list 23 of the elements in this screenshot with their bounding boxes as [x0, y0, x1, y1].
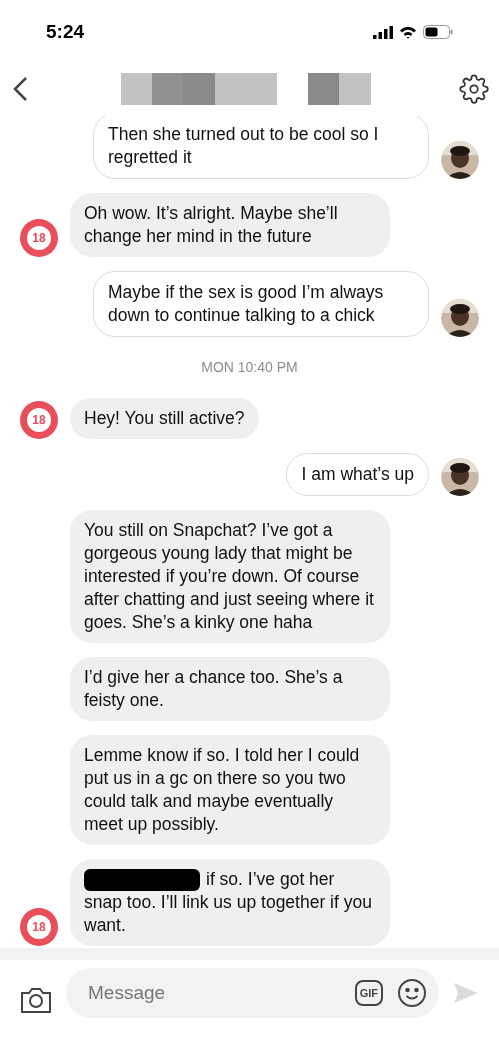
message-bubble: Maybe if the sex is good I’m always down to continue talking to a chick	[93, 270, 429, 337]
avatar-badge: 18	[20, 218, 58, 257]
message-field[interactable]: Message GIF	[66, 968, 439, 1018]
message-bubble: You still on Snapchat? I’ve got a gorgeous young lady that might be interested if you’re down. Of course after chatting and just seeing where it goes. She’s a kinky one haha	[70, 509, 390, 643]
message-bubble: I’d give her a chance too. She’s a feisty one.	[70, 656, 390, 721]
message-bubble: Hey! You still active?	[70, 397, 259, 439]
camera-icon[interactable]	[20, 986, 52, 1014]
avatar-badge: 18	[20, 908, 58, 946]
wifi-icon	[399, 25, 417, 39]
message-bubble: Lemme know if so. I told her I could put us in a gc on there so you two could talk and maybe eventually meet up possibly.	[70, 734, 390, 845]
timestamp: MON 10:40 PM	[201, 357, 298, 377]
message-bubble: I am what’s up	[286, 452, 429, 496]
gif-button[interactable]: GIF	[354, 979, 383, 1007]
message-bubble: if so. I’ve got her snap too. I’ll link us up together if you want.	[70, 858, 390, 946]
status-time: 5:24	[46, 19, 85, 44]
message-bubble: Oh wow. It’s alright. Maybe she’ll change her mind in the future	[70, 192, 390, 257]
message-bubble: Then she turned out to be cool so I regretted it	[93, 116, 429, 179]
emoji-icon[interactable]	[397, 978, 427, 1008]
battery-icon	[423, 25, 453, 39]
placeholder-text: Message	[88, 980, 167, 1005]
settings-icon[interactable]	[459, 74, 489, 104]
avatar-badge: 18	[20, 400, 58, 439]
signal-icon	[373, 25, 393, 39]
